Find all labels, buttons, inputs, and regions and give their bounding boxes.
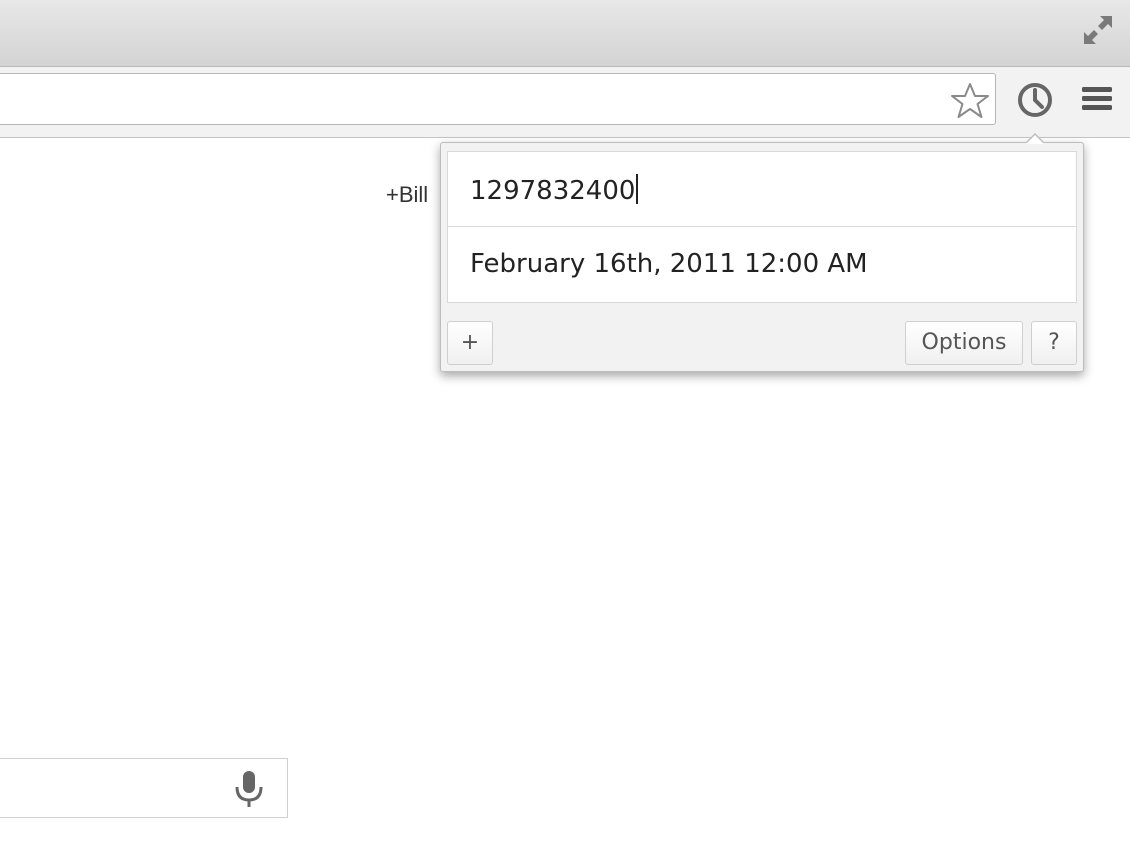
help-button[interactable]: ? [1031, 321, 1077, 365]
microphone-icon [235, 771, 263, 807]
timestamp-value: 1297832400 [470, 174, 639, 206]
voice-search-button[interactable] [231, 769, 267, 809]
add-button[interactable]: + [447, 321, 493, 365]
options-button[interactable]: Options [905, 321, 1023, 365]
browser-toolbar [0, 67, 1130, 138]
user-profile-link[interactable]: +Bill [386, 182, 428, 208]
star-icon [951, 83, 989, 118]
converter-panel: 1297832400 February 16th, 2011 12:00 AM [447, 151, 1077, 303]
fullscreen-button[interactable] [1080, 12, 1116, 48]
address-bar[interactable] [0, 73, 996, 125]
timestamp-converter-popup: 1297832400 February 16th, 2011 12:00 AM … [440, 133, 1084, 372]
fullscreen-icon [1084, 16, 1112, 44]
text-caret [636, 174, 639, 204]
search-input[interactable] [0, 758, 288, 818]
browser-menu-button[interactable] [1074, 81, 1118, 121]
converted-date-row: February 16th, 2011 12:00 AM [448, 227, 1076, 302]
timestamp-extension-button[interactable] [1012, 79, 1058, 125]
clock-icon [1018, 83, 1052, 117]
window-titlebar [0, 0, 1130, 67]
bookmark-star-button[interactable] [950, 81, 990, 121]
timestamp-input[interactable]: 1297832400 [448, 152, 1076, 227]
hamburger-menu-icon [1082, 87, 1112, 110]
popup-arrow-inner [1026, 135, 1044, 144]
converted-date: February 16th, 2011 12:00 AM [470, 249, 868, 279]
